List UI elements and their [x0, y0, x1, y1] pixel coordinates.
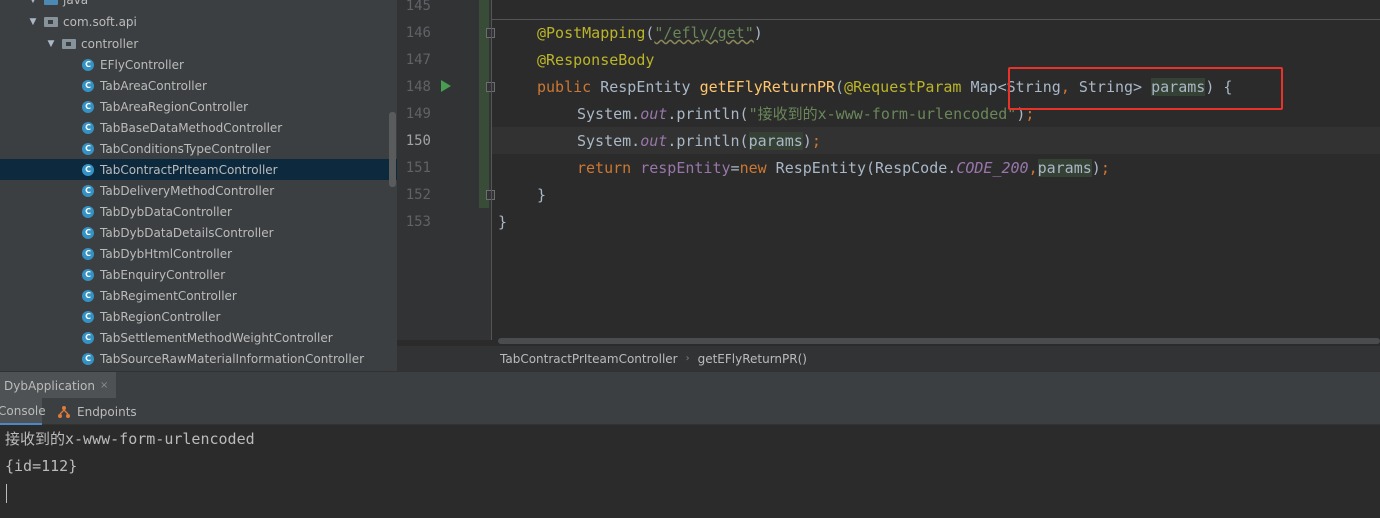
tree-item-label: TabDeliveryMethodController: [100, 183, 275, 198]
line-number: 152: [405, 187, 431, 203]
code-line-151[interactable]: return respEntity=new RespEntity(RespCod…: [577, 155, 1110, 182]
line-number: 147: [405, 52, 431, 68]
editor-horizontal-scrollbar[interactable]: [498, 338, 1380, 344]
tab-console[interactable]: Console: [0, 398, 46, 425]
tree-item-label: EFlyController: [100, 57, 184, 72]
console-line: 接收到的x-www-form-urlencoded: [5, 430, 255, 448]
expand-arrow-icon[interactable]: ▼: [46, 39, 56, 49]
editor-gutter: 145 146 147 148 149 150 151 152 153: [397, 0, 495, 340]
code-line-147[interactable]: @ResponseBody: [537, 47, 654, 74]
class-icon: C: [82, 58, 94, 71]
tree-item-package-controller[interactable]: ▼ controller: [0, 33, 397, 54]
tree-item-label: TabDybHtmlController: [100, 246, 233, 261]
tree-item-class[interactable]: C TabDeliveryMethodController: [0, 180, 397, 201]
close-icon[interactable]: ×: [100, 380, 108, 391]
tree-item-label: com.soft.api: [63, 14, 137, 29]
class-icon: C: [82, 142, 94, 155]
tree-item-label: TabRegionController: [100, 309, 221, 324]
endpoints-icon: [58, 405, 70, 418]
line-number: 146: [405, 25, 431, 41]
code-line-152[interactable]: }: [537, 182, 546, 209]
line-number-current: 150: [405, 133, 431, 149]
class-icon: C: [82, 268, 94, 281]
tree-item-label: TabBaseDataMethodController: [100, 120, 283, 135]
line-number: 145: [405, 0, 431, 14]
run-tool-window-header: DybApplication ×: [0, 371, 1380, 399]
package-icon: [62, 38, 76, 49]
tree-item-label: controller: [81, 36, 139, 51]
tree-scrollbar[interactable]: [389, 112, 396, 187]
line-number: 151: [405, 160, 431, 176]
highlight-annotation-box: [1008, 67, 1283, 110]
tree-item-label: TabSettlementMethodWeightController: [100, 330, 333, 345]
expand-arrow-icon[interactable]: ▼: [28, 17, 38, 27]
code-editor[interactable]: 145 146 147 148 149 150 151 152 153 @Pos…: [397, 0, 1380, 371]
class-icon: C: [82, 226, 94, 239]
tree-item-label: java: [63, 0, 88, 7]
class-icon: C: [82, 289, 94, 302]
code-line-150[interactable]: System.out.println(params);: [577, 128, 821, 155]
run-config-tab[interactable]: DybApplication ×: [0, 372, 117, 399]
class-icon: C: [82, 121, 94, 134]
tree-item-label: TabAreaController: [100, 78, 207, 93]
tab-console-label: Console: [0, 403, 46, 418]
text-cursor: [6, 484, 7, 503]
console-line: {id=112}: [5, 457, 78, 475]
tree-item-class[interactable]: C TabAreaRegionController: [0, 96, 397, 117]
breadcrumb-method[interactable]: getEFlyReturnPR(): [698, 352, 807, 366]
tree-item-label: TabEnquiryController: [100, 267, 226, 282]
tree-item-label: TabRegimentController: [100, 288, 237, 303]
project-tree[interactable]: ▼ java ▼ com.soft.api ▼ controller C EFl…: [0, 0, 397, 371]
tree-item-class[interactable]: C EFlyController: [0, 54, 397, 75]
tree-item-java[interactable]: ▼ java: [0, 0, 397, 10]
run-config-label: DybApplication: [4, 378, 96, 393]
class-icon: C: [82, 163, 94, 176]
tab-endpoints[interactable]: Endpoints: [57, 398, 137, 425]
tree-item-class[interactable]: C TabDybHtmlController: [0, 243, 397, 264]
class-icon: C: [82, 352, 94, 365]
breadcrumb-separator: ›: [685, 353, 690, 364]
class-icon: C: [82, 331, 94, 344]
expand-arrow-icon[interactable]: ▼: [28, 0, 38, 5]
breadcrumb-class[interactable]: TabContractPrIteamController: [500, 352, 678, 366]
tree-item-label: TabAreaRegionController: [100, 99, 249, 114]
breadcrumb: TabContractPrIteamController › getEFlyRe…: [397, 346, 1380, 371]
tree-item-label: TabDybDataDetailsController: [100, 225, 274, 240]
tree-item-class-selected[interactable]: C TabContractPrIteamController: [0, 159, 397, 180]
line-number: 153: [405, 214, 431, 230]
tree-item-class[interactable]: C TabRegionController: [0, 306, 397, 327]
tree-item-class[interactable]: C TabAreaController: [0, 75, 397, 96]
tree-item-label: TabContractPrIteamController: [100, 162, 278, 177]
class-icon: C: [82, 310, 94, 323]
source-folder-icon: [44, 0, 58, 5]
tree-item-class[interactable]: C TabSettlementMethodWeightController: [0, 327, 397, 348]
run-subtabs: Console Endpoints: [0, 398, 1380, 425]
tree-item-class[interactable]: C TabEnquiryController: [0, 264, 397, 285]
package-icon: [44, 16, 58, 27]
class-icon: C: [82, 100, 94, 113]
tree-item-class[interactable]: C TabBaseDataMethodController: [0, 117, 397, 138]
tree-item-class[interactable]: C TabRegimentController: [0, 285, 397, 306]
code-line-153[interactable]: }: [498, 209, 507, 236]
code-line-149[interactable]: System.out.println("接收到的x-www-form-urlen…: [577, 101, 1034, 128]
class-icon: C: [82, 205, 94, 218]
code-line-146[interactable]: @PostMapping("/efly/get"): [537, 20, 763, 47]
tree-item-class[interactable]: C TabDybDataController: [0, 201, 397, 222]
tree-item-class[interactable]: C TabDybDataDetailsController: [0, 222, 397, 243]
tree-item-package-api[interactable]: ▼ com.soft.api: [0, 11, 397, 32]
tab-endpoints-label: Endpoints: [77, 404, 137, 419]
class-icon: C: [82, 184, 94, 197]
tree-item-label: TabDybDataController: [100, 204, 232, 219]
tree-item-label: TabSourceRawMaterialInformationControlle…: [100, 351, 365, 366]
tree-item-class[interactable]: C TabSourceRawMaterialInformationControl…: [0, 348, 397, 369]
class-icon: C: [82, 247, 94, 260]
tree-item-label: TabConditionsTypeController: [100, 141, 271, 156]
line-number: 148: [405, 79, 431, 95]
tree-item-class[interactable]: C TabConditionsTypeController: [0, 138, 397, 159]
console-output[interactable]: 接收到的x-www-form-urlencoded {id=112}: [0, 426, 1380, 518]
line-number: 149: [405, 106, 431, 122]
class-icon: C: [82, 79, 94, 92]
run-gutter-icon[interactable]: [441, 80, 451, 92]
